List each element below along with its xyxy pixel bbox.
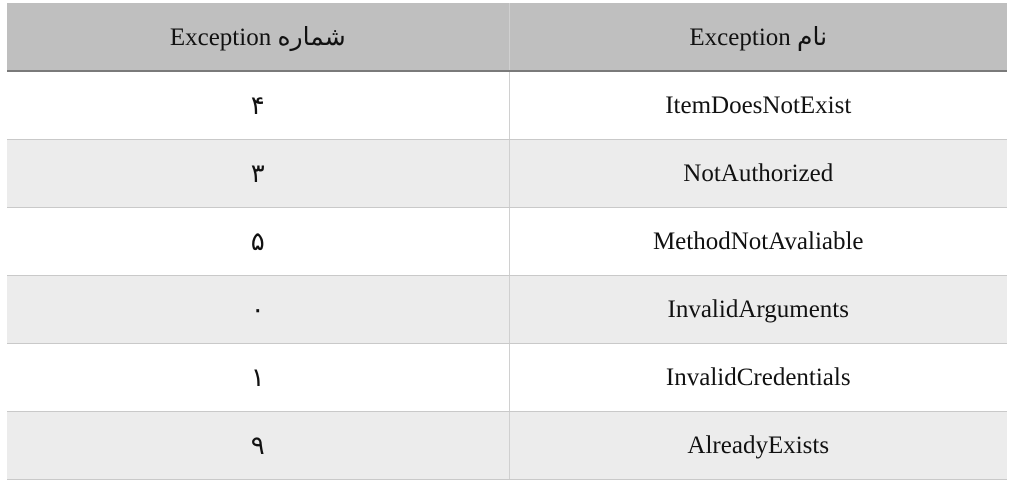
table-row: ItemDoesNotExist ۴	[7, 71, 1007, 140]
exception-number-cell: ۵	[7, 207, 509, 276]
column-header-exception-number: شماره Exception	[7, 3, 509, 72]
exception-name-cell: NotAuthorized	[508, 139, 1007, 208]
table-body: ItemDoesNotExist ۴ NotAuthorized ۳ Metho…	[7, 71, 1007, 480]
exception-name-cell: InvalidCredentials	[508, 343, 1007, 412]
header-row: نام Exception شماره Exception	[7, 3, 1007, 72]
exception-number-cell: ۴	[7, 71, 509, 140]
table-row: InvalidCredentials ۱	[7, 343, 1007, 412]
exception-table-container: نام Exception شماره Exception ItemDoesNo…	[7, 3, 1007, 480]
exception-name-cell: InvalidArguments	[508, 275, 1007, 344]
column-header-exception-name-label: نام Exception	[689, 23, 828, 51]
exception-number-cell: ۱	[7, 343, 509, 412]
table-row: MethodNotAvaliable ۵	[7, 207, 1007, 276]
column-header-exception-name: نام Exception	[508, 3, 1007, 72]
exception-name-cell: AlreadyExists	[508, 411, 1007, 480]
exception-name-cell: MethodNotAvaliable	[508, 207, 1007, 276]
table-row: NotAuthorized ۳	[7, 139, 1007, 208]
exception-number-cell: ۳	[7, 139, 509, 208]
exception-table: نام Exception شماره Exception ItemDoesNo…	[7, 3, 1007, 480]
column-header-exception-number-label: شماره Exception	[169, 23, 346, 51]
table-row: InvalidArguments ۰	[7, 275, 1007, 344]
exception-number-cell: ۰	[7, 275, 509, 344]
exception-name-cell: ItemDoesNotExist	[508, 71, 1007, 140]
table-header: نام Exception شماره Exception	[7, 3, 1007, 72]
exception-number-cell: ۹	[7, 411, 509, 480]
table-row: AlreadyExists ۹	[7, 411, 1007, 480]
